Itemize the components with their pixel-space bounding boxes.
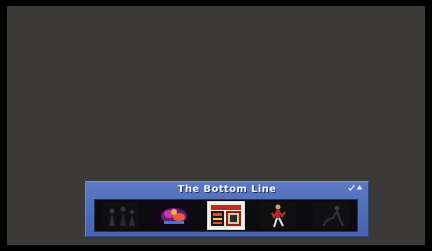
- dark-dancers-thumbnail-icon: [103, 202, 140, 229]
- collapse-arrow-icon[interactable]: [356, 184, 363, 191]
- thumbnail-item[interactable]: [155, 202, 192, 229]
- carousel-title: The Bottom Line: [177, 184, 277, 195]
- dancer-figure-thumbnail-icon: [260, 202, 297, 229]
- thumbnail-item-selected[interactable]: [207, 202, 244, 229]
- thumbnail-item[interactable]: [260, 202, 297, 229]
- neon-stage-thumbnail-icon: [155, 202, 192, 229]
- shadow-figure-thumbnail-icon: [312, 202, 349, 229]
- thumbnail-strip: [94, 199, 358, 232]
- game-screen: The Bottom Line: [0, 0, 432, 251]
- level-select-carousel: The Bottom Line: [85, 181, 369, 237]
- check-icon[interactable]: [348, 184, 355, 191]
- thumbnail-item[interactable]: [103, 202, 140, 229]
- carousel-controls: [348, 184, 363, 191]
- thumbnail-item[interactable]: [312, 202, 349, 229]
- bottom-line-poster-thumbnail-icon: [208, 203, 243, 228]
